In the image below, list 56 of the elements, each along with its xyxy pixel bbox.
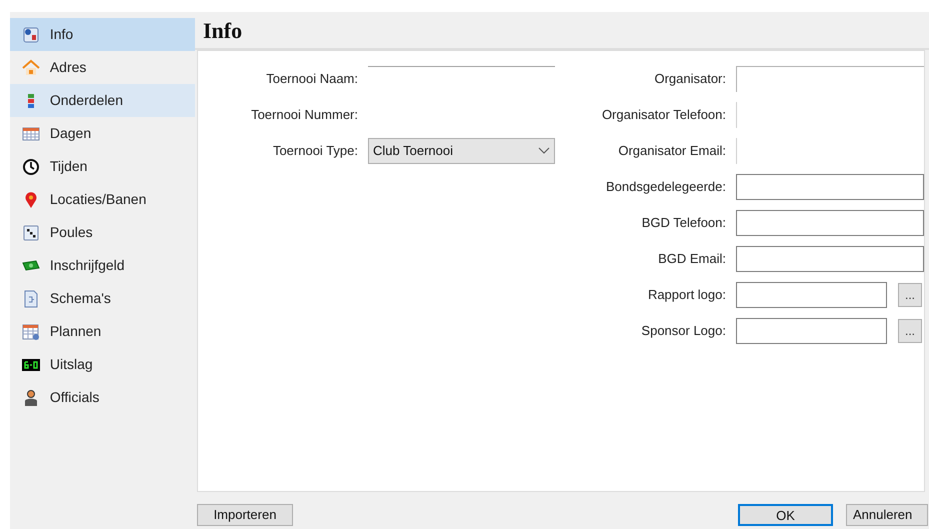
sidebar-item[interactable]: Inschrijfgeld	[10, 249, 195, 282]
field-label: Organisator Telefoon:	[600, 106, 726, 124]
table-grid-icon	[22, 124, 40, 142]
field-label: Organisator:	[653, 70, 726, 88]
sidebar-label: Locaties/Banen	[50, 190, 146, 209]
dialog-button[interactable]: OK	[738, 504, 833, 526]
sidebar-item[interactable]: Adres	[10, 51, 195, 84]
sidebar-label: Info	[50, 25, 74, 44]
dialog-button[interactable]: Importeren	[197, 504, 293, 526]
field-label: BGD Email:	[657, 250, 726, 268]
text-field[interactable]	[736, 66, 924, 92]
dialog-button[interactable]: Annuleren	[846, 504, 928, 526]
field-label: Sponsor Logo:	[640, 322, 726, 340]
dropdown[interactable]: Club Toernooi	[368, 138, 555, 164]
sidebar-item[interactable]: Dagen	[10, 117, 195, 150]
text-field[interactable]	[736, 246, 924, 272]
dice-icon	[22, 224, 40, 242]
browse-button[interactable]: ...	[898, 283, 922, 307]
field-label: Toernooi Type:	[272, 142, 358, 160]
browse-button[interactable]: ...	[898, 319, 922, 343]
sidebar-item[interactable]: Locaties/Banen	[10, 183, 195, 216]
field-label: Bondsgedelegeerde:	[605, 178, 726, 196]
sidebar-label: Plannen	[50, 322, 102, 341]
document-icon	[22, 290, 40, 308]
file-path-field[interactable]	[736, 318, 887, 344]
stack-icon	[28, 94, 34, 108]
sidebar-item[interactable]: Officials	[10, 381, 195, 414]
sidebar-label: Dagen	[50, 124, 92, 143]
sidebar-label: Tijden	[50, 157, 88, 176]
text-field[interactable]	[736, 210, 924, 236]
sidebar-label: Officials	[50, 388, 100, 407]
file-path-field[interactable]	[736, 282, 887, 308]
calendar-icon	[22, 322, 40, 340]
field-label: Organisator Email:	[617, 142, 726, 160]
sidebar-item[interactable]: Onderdelen	[10, 84, 195, 117]
sidebar-label: Inschrijfgeld	[50, 256, 125, 275]
sidebar-label: Poules	[50, 223, 93, 242]
text-field[interactable]	[736, 174, 924, 200]
sidebar-item[interactable]: Uitslag	[10, 348, 195, 381]
sidebar-label: Schema's	[50, 289, 111, 308]
sidebar-item[interactable]: Schema's	[10, 282, 195, 315]
document-icon	[22, 26, 40, 44]
chevron-down-icon	[538, 147, 550, 155]
field-label: Rapport logo:	[646, 286, 726, 304]
sidebar-item[interactable]: Plannen	[10, 315, 195, 348]
field-label: BGD Telefoon:	[640, 214, 726, 232]
field-label: Toernooi Nummer:	[250, 106, 358, 124]
sidebar-item[interactable]: Tijden	[10, 150, 195, 183]
house-icon	[22, 58, 40, 76]
clock-icon	[22, 158, 40, 176]
sidebar-label: Adres	[50, 58, 86, 77]
sidebar-label: Onderdelen	[50, 91, 124, 110]
sidebar-label: Uitslag	[50, 355, 93, 374]
field-label: Toernooi Naam:	[265, 70, 358, 88]
sidebar-item[interactable]: Poules	[10, 216, 195, 249]
sidebar-item[interactable]: Info	[10, 18, 195, 51]
